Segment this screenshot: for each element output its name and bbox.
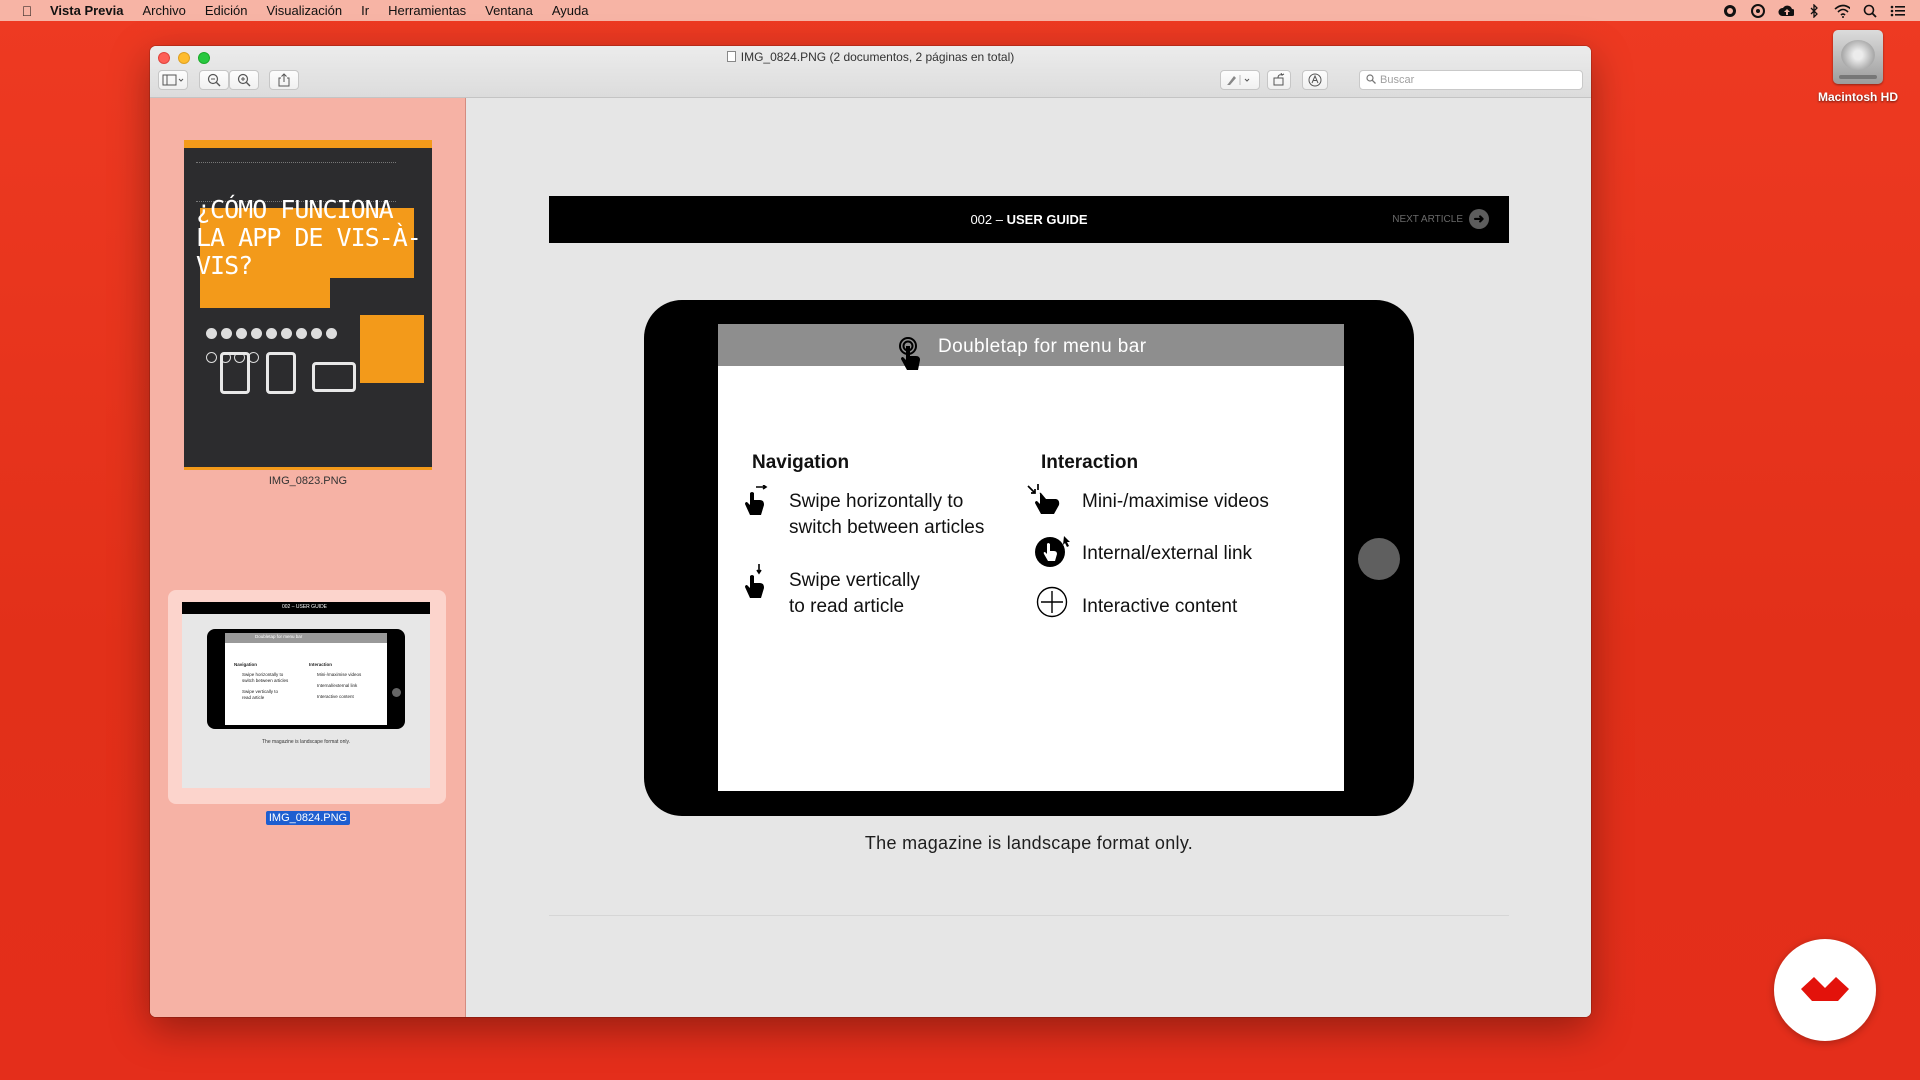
internal-external-link-text: Internal/external link (1082, 543, 1253, 564)
share-icon (278, 73, 290, 87)
sidebar-toggle-button[interactable] (158, 70, 188, 90)
macintosh-hd-disk[interactable]: Macintosh HD (1810, 30, 1906, 104)
navigation-heading: Navigation (752, 452, 850, 473)
markup-toolbar-button[interactable] (1302, 70, 1328, 90)
rotate-icon (1273, 73, 1285, 86)
sidebar-icon (162, 74, 184, 86)
article-header: 002 – USER GUIDE NEXT ARTICLE ➜ (549, 196, 1509, 243)
thumbnail-label-1[interactable]: IMG_0823.PNG (241, 475, 375, 487)
titlebar: IMG_0824.PNG (2 documentos, 2 páginas en… (150, 46, 1591, 98)
menu-ir[interactable]: Ir (361, 3, 369, 18)
zoom-in-icon (237, 73, 251, 87)
pen-icon (1227, 75, 1250, 85)
zoom-in-button[interactable] (229, 70, 259, 90)
thumbnail-img-0824-selected[interactable]: 002 – USER GUIDE Doubletap for menu bar … (168, 590, 446, 804)
menu-hint-bar: Doubletap for menu bar (718, 324, 1344, 370)
menu-ventana[interactable]: Ventana (485, 3, 533, 18)
swipe-vertical-icon (745, 564, 764, 598)
article-number: 002 – (970, 212, 1003, 227)
home-button (1358, 538, 1400, 580)
menu-edicion[interactable]: Edición (205, 3, 248, 18)
search-field[interactable]: Buscar (1359, 70, 1583, 90)
interactive-content-text: Interactive content (1082, 596, 1238, 617)
next-article-label: NEXT ARTICLE (1392, 213, 1463, 225)
preview-window: IMG_0824.PNG (2 documentos, 2 páginas en… (150, 46, 1591, 1017)
wifi-icon[interactable] (1834, 4, 1850, 18)
rotate-button[interactable] (1267, 70, 1291, 90)
thumbnail-label-2[interactable]: IMG_0824.PNG (265, 811, 351, 825)
disk-label: Macintosh HD (1817, 90, 1898, 104)
next-article-link: NEXT ARTICLE ➜ (1392, 209, 1489, 229)
record-status-icon[interactable] (1722, 4, 1738, 18)
search-icon (1366, 73, 1376, 87)
menu-ayuda[interactable]: Ayuda (552, 3, 589, 18)
spotlight-search-icon[interactable] (1862, 4, 1878, 18)
plus-circle-icon (1036, 586, 1068, 618)
zoom-out-button[interactable] (199, 70, 229, 90)
swipe-vertical-text: Swipe vertically to read article (789, 570, 920, 617)
arrow-right-icon: ➜ (1469, 209, 1489, 229)
doubletap-icon (899, 337, 920, 370)
document-view[interactable]: 002 – USER GUIDE NEXT ARTICLE ➜ Doubleta… (467, 98, 1591, 1017)
article-title: USER GUIDE (1006, 212, 1088, 227)
menu-herramientas[interactable]: Herramientas (388, 3, 466, 18)
zoom-out-icon (207, 73, 221, 87)
share-button[interactable] (269, 70, 299, 90)
landscape-caption: The magazine is landscape format only. (864, 833, 1194, 853)
menu-bar:  Vista Previa Archivo Edición Visualiza… (0, 0, 1920, 21)
apple-menu-icon[interactable]:  (18, 3, 36, 19)
swipe-horizontal-text: Swipe horizontally to switch between art… (789, 491, 985, 538)
tablet-illustration: Doubletap for menu bar Navigation Swipe … (644, 300, 1414, 816)
minimax-videos-text: Mini-/maximise videos (1082, 491, 1269, 512)
bluetooth-icon[interactable] (1806, 3, 1822, 18)
markup-icon (1308, 73, 1322, 87)
thumbnail-headline: ¿CÓMO FUNCIONA LA APP DE VIS-À-VIS? (196, 195, 422, 280)
menu-visualizacion[interactable]: Visualización (266, 3, 342, 18)
notification-center-icon[interactable] (1890, 4, 1906, 18)
interaction-heading: Interaction (1041, 452, 1139, 473)
thumbnail-sidebar: ¿CÓMO FUNCIONA LA APP DE VIS-À-VIS? IMG_… (150, 98, 466, 1017)
thumbnail-img-0823[interactable]: ¿CÓMO FUNCIONA LA APP DE VIS-À-VIS? (184, 140, 432, 470)
window-title-text: IMG_0824.PNG (2 documentos, 2 páginas en… (740, 50, 1015, 64)
link-tap-icon (1035, 536, 1070, 567)
markup-pen-button[interactable] (1220, 70, 1260, 90)
swipe-horizontal-icon (745, 485, 768, 515)
page-image: 002 – USER GUIDE NEXT ARTICLE ➜ Doubleta… (549, 196, 1509, 916)
menu-archivo[interactable]: Archivo (142, 3, 185, 18)
brand-logo-icon (1801, 977, 1849, 1001)
menu-app[interactable]: Vista Previa (50, 3, 123, 18)
search-placeholder: Buscar (1380, 74, 1415, 86)
brand-logo[interactable] (1774, 939, 1876, 1041)
pinch-icon (1027, 484, 1060, 514)
menu-hint-text: Doubletap for menu bar (938, 336, 1147, 357)
tablet-screen: Doubletap for menu bar Navigation Swipe … (718, 324, 1344, 791)
document-icon (726, 51, 736, 62)
hard-drive-icon (1833, 30, 1883, 84)
cloud-upload-icon[interactable] (1778, 4, 1794, 18)
creative-cloud-icon[interactable] (1750, 3, 1766, 18)
window-title: IMG_0824.PNG (2 documentos, 2 páginas en… (150, 50, 1591, 64)
